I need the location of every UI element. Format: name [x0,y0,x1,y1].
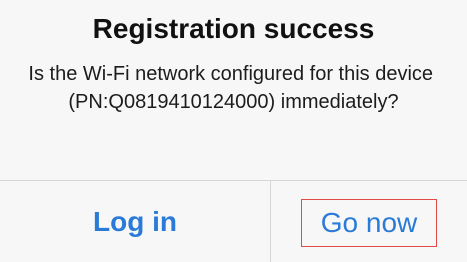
dialog-message: Is the Wi-Fi network configured for this… [28,63,439,113]
dialog-body: Registration success Is the Wi-Fi networ… [0,0,467,180]
go-now-button[interactable]: Go now [271,181,467,262]
go-now-button-label: Go now [301,199,437,247]
log-in-button[interactable]: Log in [0,181,270,262]
registration-dialog: Registration success Is the Wi-Fi networ… [0,0,467,262]
dialog-title: Registration success [92,13,375,44]
